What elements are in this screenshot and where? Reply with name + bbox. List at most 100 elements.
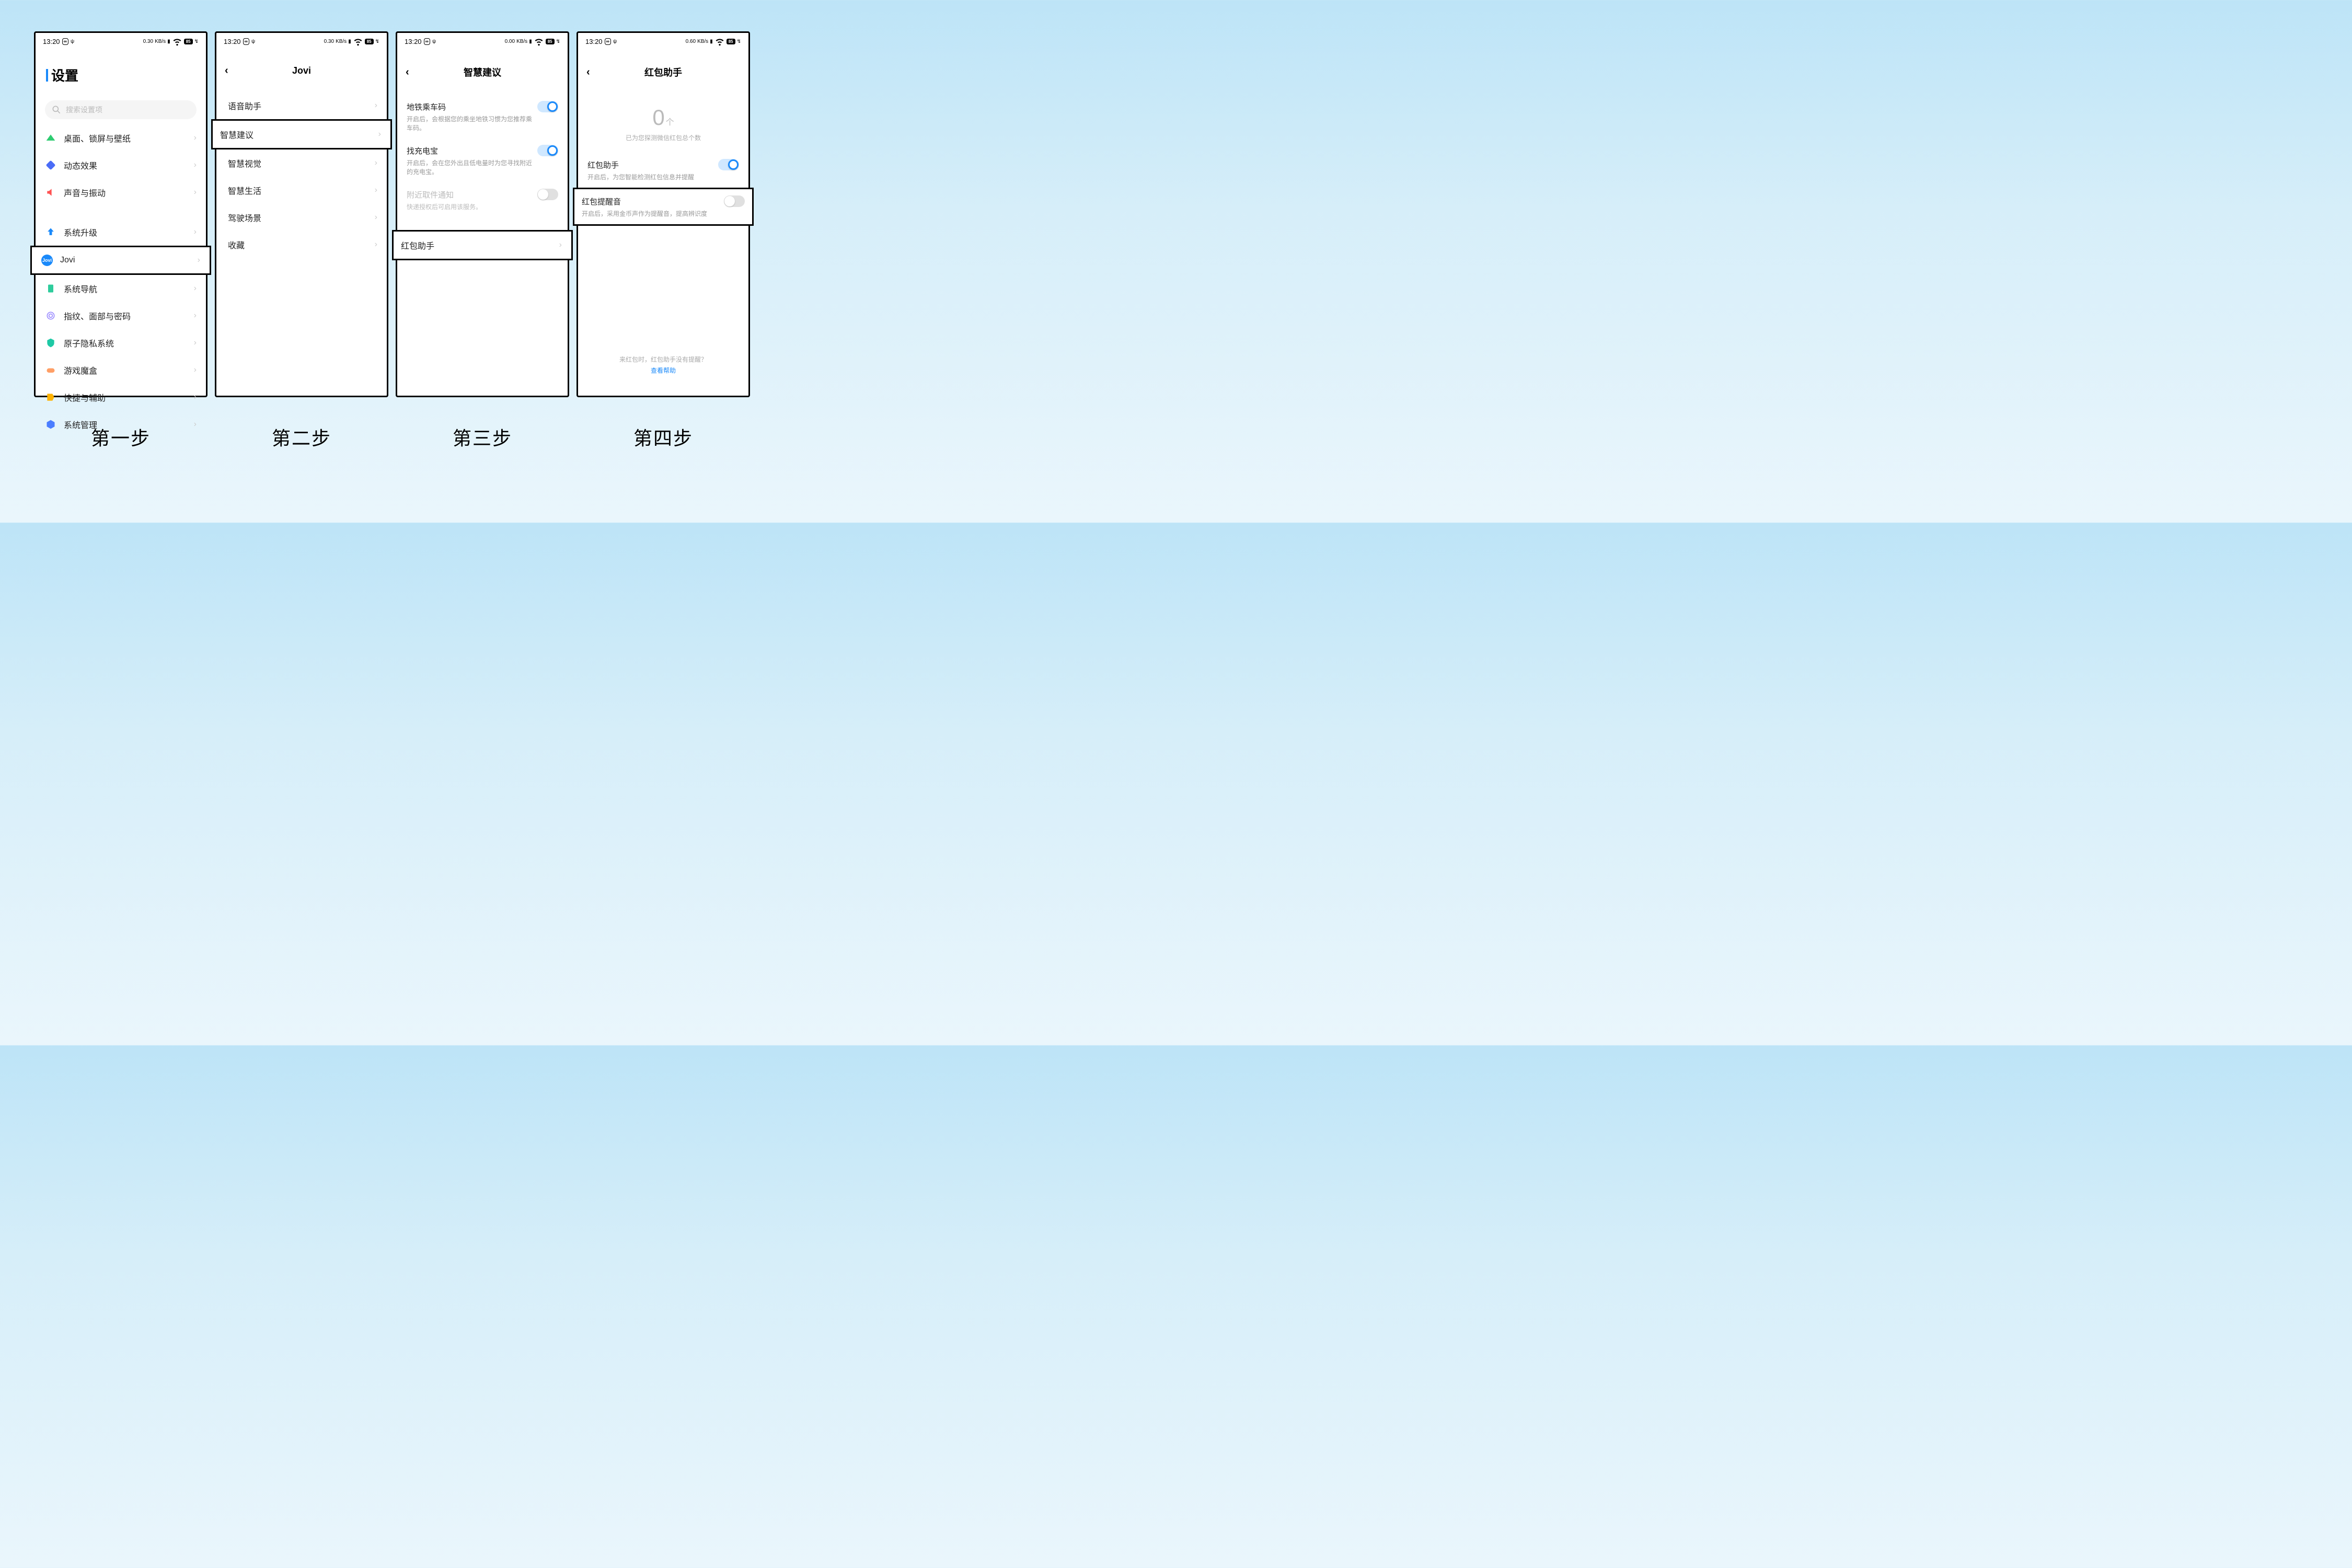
help-link[interactable]: 查看帮助	[578, 366, 748, 375]
settings-item-biometric[interactable]: 指纹、面部与密码 ›	[36, 302, 206, 329]
back-button[interactable]: ‹	[586, 66, 590, 78]
usb-icon: ψ	[71, 39, 74, 44]
status-time: 13:20	[405, 38, 422, 45]
suggest-item-metro[interactable]: 地铁乘车码 开启后，会根据您的乘坐地铁习惯为您推荐乘车码。	[397, 95, 568, 139]
toggle-pickup	[537, 189, 558, 200]
sysmgmt-icon	[45, 419, 56, 430]
highlighted-row-smart-suggest: 智慧建议 ›	[211, 119, 392, 149]
status-bar: 13:20 ∞ ψ 0.30 KB/s ▮ 85 ↯	[36, 33, 206, 50]
step-label-2: 第二步	[272, 423, 331, 451]
header-title: 智慧建议	[406, 65, 559, 79]
jovi-item-smart-life[interactable]: 智慧生活 ›	[216, 177, 387, 204]
status-net-unit: KB/s	[697, 39, 708, 44]
charging-icon: ↯	[194, 39, 199, 44]
jovi-icon: Jovi	[41, 255, 53, 266]
redpacket-item-sound[interactable]: 红包提醒音 开启后，采用金币声作为提醒音，提高辨识度	[574, 189, 752, 224]
status-net-speed: 0.00	[505, 39, 515, 44]
nfc-icon: ▮	[167, 39, 170, 44]
chevron-right-icon: ›	[375, 158, 377, 168]
status-net-speed: 0.60	[686, 39, 696, 44]
chevron-right-icon: ›	[375, 213, 377, 222]
usb-icon: ψ	[613, 39, 617, 44]
battery-icon: 85	[184, 39, 193, 44]
wifi-icon	[353, 36, 363, 47]
settings-item-jovi[interactable]: Jovi Jovi ›	[32, 247, 210, 273]
chevron-right-icon: ›	[194, 227, 197, 237]
nfc-icon: ▮	[348, 39, 351, 44]
upgrade-icon	[45, 226, 56, 238]
back-button[interactable]: ‹	[225, 65, 228, 77]
usb-icon: ψ	[432, 39, 436, 44]
header: ‹ 智慧建议	[397, 50, 568, 95]
status-icon-badge: ∞	[243, 38, 249, 45]
chevron-right-icon: ›	[375, 101, 377, 110]
header: ‹ 红包助手	[578, 50, 748, 95]
toggle-redpacket-sound[interactable]	[724, 195, 745, 207]
chevron-right-icon: ›	[559, 240, 562, 250]
gamebox-icon	[45, 364, 56, 376]
redpacket-item-assist[interactable]: 红包助手 开启后，为您智能检测红包信息并提醒	[578, 153, 748, 188]
toggle-powerbank[interactable]	[537, 145, 558, 156]
chevron-right-icon: ›	[194, 393, 197, 402]
dynamic-icon	[45, 159, 56, 171]
back-button[interactable]: ‹	[406, 66, 409, 78]
jovi-item-smart-suggest[interactable]: 智慧建议 ›	[213, 121, 390, 148]
chevron-right-icon: ›	[198, 256, 200, 265]
phone-screen-4: 13:20 ∞ ψ 0.60 KB/s ▮ 85 ↯ ‹ 红包助手 0个	[577, 31, 750, 397]
jovi-item-favorites[interactable]: 收藏 ›	[216, 231, 387, 258]
status-net-speed: 0.30	[143, 39, 153, 44]
wifi-icon	[534, 36, 544, 47]
status-bar: 13:20 ∞ ψ 0.30 KB/s ▮ 85 ↯	[216, 33, 387, 50]
wifi-icon	[172, 36, 182, 47]
settings-item-shortcut[interactable]: 快捷与辅助 ›	[36, 384, 206, 411]
phone-screen-3: 13:20 ∞ ψ 0.00 KB/s ▮ 85 ↯ ‹ 智慧建议	[396, 31, 569, 397]
settings-item-sysmgmt[interactable]: 系统管理 ›	[36, 411, 206, 438]
settings-item-sound[interactable]: 声音与振动 ›	[36, 179, 206, 206]
help-footer: 来红包时，红包助手没有提醒？ 查看帮助	[578, 355, 748, 375]
chevron-right-icon: ›	[194, 160, 197, 170]
wifi-icon	[714, 36, 725, 47]
step-label-4: 第四步	[633, 423, 693, 451]
header-title: 红包助手	[586, 65, 740, 79]
chevron-right-icon: ›	[375, 240, 377, 249]
page-title: 设置	[36, 50, 206, 100]
sound-icon	[45, 187, 56, 198]
settings-item-dynamic[interactable]: 动态效果 ›	[36, 152, 206, 179]
suggest-item-redpacket[interactable]: 红包助手 ›	[394, 232, 571, 259]
settings-item-gamebox[interactable]: 游戏魔盒 ›	[36, 356, 206, 384]
settings-item-privacy[interactable]: 原子隐私系统 ›	[36, 329, 206, 356]
fingerprint-icon	[45, 310, 56, 321]
status-time: 13:20	[585, 38, 603, 45]
status-bar: 13:20 ∞ ψ 0.60 KB/s ▮ 85 ↯	[578, 33, 748, 50]
shortcut-icon	[45, 391, 56, 403]
settings-item-nav[interactable]: 系统导航 ›	[36, 275, 206, 302]
privacy-icon	[45, 337, 56, 349]
chevron-right-icon: ›	[194, 420, 197, 429]
jovi-item-voice[interactable]: 语音助手 ›	[216, 92, 387, 119]
toggle-metro[interactable]	[537, 101, 558, 112]
jovi-item-smart-vision[interactable]: 智慧视觉 ›	[216, 149, 387, 177]
status-net-speed: 0.30	[324, 39, 334, 44]
nfc-icon: ▮	[529, 39, 532, 44]
step-label-3: 第三步	[453, 423, 512, 451]
settings-item-upgrade[interactable]: 系统升级 ›	[36, 218, 206, 246]
search-icon	[51, 105, 62, 115]
battery-icon: 85	[546, 39, 555, 44]
status-net-unit: KB/s	[155, 39, 166, 44]
highlighted-row-redpacket-sound: 红包提醒音 开启后，采用金币声作为提醒音，提高辨识度	[573, 188, 754, 226]
jovi-item-driving[interactable]: 驾驶场景 ›	[216, 204, 387, 231]
chevron-right-icon: ›	[194, 188, 197, 197]
suggest-item-pickup: 附近取件通知 快递授权后可启用该服务。	[397, 182, 568, 217]
chevron-right-icon: ›	[194, 338, 197, 348]
status-time: 13:20	[43, 38, 60, 45]
header: ‹ Jovi	[216, 50, 387, 92]
chevron-right-icon: ›	[194, 284, 197, 293]
toggle-redpacket-assist[interactable]	[718, 159, 739, 170]
highlighted-row-redpacket: 红包助手 ›	[392, 230, 573, 260]
search-input[interactable]: 搜索设置项	[45, 100, 197, 119]
redpacket-count-sub: 已为您探测微信红包总个数	[578, 133, 748, 153]
suggest-item-powerbank[interactable]: 找充电宝 开启后，会在您外出且低电量时为您寻找附近的充电宝。	[397, 139, 568, 182]
header-title: Jovi	[225, 65, 378, 76]
search-placeholder: 搜索设置项	[66, 105, 102, 115]
settings-item-desktop[interactable]: 桌面、锁屏与壁纸 ›	[36, 124, 206, 152]
